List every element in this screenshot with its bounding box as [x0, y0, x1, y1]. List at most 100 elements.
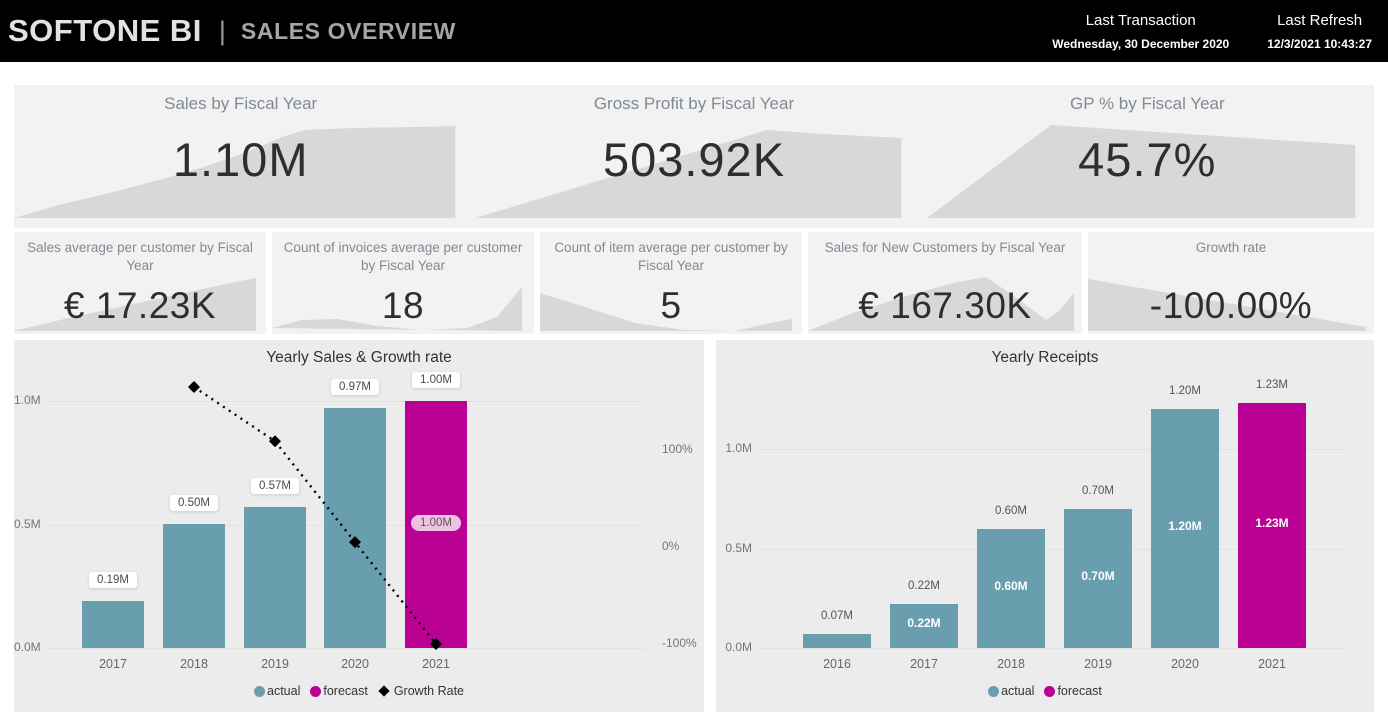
bar-value-label: 0.97M — [331, 379, 379, 395]
kpi-card-gross-profit[interactable]: Gross Profit by Fiscal Year 503.92K — [467, 85, 920, 228]
kpi-value: 18 — [272, 285, 534, 327]
bar-value-label: 0.70M — [1082, 485, 1114, 497]
x-axis-tick: 2018 — [180, 657, 208, 671]
legend-label: actual — [267, 684, 300, 698]
bar-inner-label: 1.00M — [411, 515, 461, 531]
app-title: SOFTONE BI — [8, 13, 202, 49]
kpi-card-items-avg[interactable]: Count of item average per customer by Fi… — [540, 232, 802, 334]
bar-2020-actual[interactable] — [324, 408, 386, 648]
bar-value-label: 0.50M — [170, 495, 218, 511]
page-title: SALES OVERVIEW — [241, 18, 456, 45]
chart-yearly-receipts[interactable]: Yearly Receipts 0.07M 2016 0.22M 0.22M 2017 0… — [716, 340, 1374, 712]
legend-item-actual[interactable]: actual — [988, 684, 1034, 698]
x-axis-tick: 2021 — [1258, 657, 1286, 671]
y-axis-tick: 0.5M — [14, 517, 40, 531]
gridline — [48, 648, 644, 649]
bar-value-label: 0.07M — [821, 610, 853, 622]
plot-area: 0.07M20160.22M0.22M20170.60M0.60M20180.7… — [760, 376, 1345, 648]
x-axis-tick: 2021 — [422, 657, 450, 671]
dashboard-page: SOFTONE BI | SALES OVERVIEW Last Transac… — [0, 0, 1388, 723]
bar-inner-label: 0.70M — [1081, 569, 1114, 583]
legend-circle-marker — [1044, 686, 1055, 697]
kpi-card-new-customers-sales[interactable]: Sales for New Customers by Fiscal Year €… — [808, 232, 1082, 334]
bar-2018-actual[interactable] — [163, 524, 225, 648]
secondary-axis-tick: -100% — [662, 636, 697, 650]
last-transaction-label: Last Transaction — [1052, 12, 1229, 29]
chart-legend: actual forecast — [716, 684, 1374, 698]
x-axis-tick: 2017 — [99, 657, 127, 671]
bar-inner-label: 0.60M — [994, 579, 1027, 593]
bar-2017-actual[interactable] — [82, 601, 144, 648]
legend-item-forecast[interactable]: forecast — [1044, 684, 1101, 698]
last-refresh-block: Last Refresh 12/3/2021 10:43:27 — [1267, 12, 1372, 51]
growth-rate-marker — [269, 435, 281, 447]
kpi-value: 5 — [540, 285, 802, 327]
bar-2019-actual[interactable] — [244, 507, 306, 648]
legend-label: forecast — [1057, 684, 1101, 698]
x-axis-tick: 2020 — [1171, 657, 1199, 671]
bar-inner-label: 1.20M — [1168, 519, 1201, 533]
y-axis-tick: 1.0M — [716, 441, 752, 455]
kpi-title: Count of invoices average per customer b… — [278, 239, 528, 275]
kpi-title: Gross Profit by Fiscal Year — [467, 94, 920, 114]
x-axis-tick: 2017 — [910, 657, 938, 671]
kpi-value: € 167.30K — [808, 285, 1082, 327]
bar-value-label: 1.20M — [1169, 385, 1201, 397]
chart-legend: actual forecast Growth Rate — [14, 684, 704, 698]
secondary-axis-tick: 0% — [662, 539, 679, 553]
y-axis-tick: 0.5M — [716, 541, 752, 555]
kpi-title: Growth rate — [1094, 239, 1368, 257]
kpi-value: -100.00% — [1088, 285, 1374, 327]
kpi-value: 45.7% — [921, 132, 1374, 187]
last-refresh-label: Last Refresh — [1267, 12, 1372, 29]
chart-yearly-sales-growth[interactable]: Yearly Sales & Growth rate 0.19M20170.50… — [14, 340, 704, 712]
legend-diamond-marker — [378, 685, 389, 696]
x-axis-tick: 2020 — [341, 657, 369, 671]
x-axis-tick: 2019 — [261, 657, 289, 671]
legend-circle-marker — [988, 686, 999, 697]
header-status: Last Transaction Wednesday, 30 December … — [1052, 12, 1372, 51]
kpi-title: GP % by Fiscal Year — [921, 94, 1374, 114]
gridline — [760, 648, 1345, 649]
kpi-value: 1.10M — [14, 132, 467, 187]
bar-2016-actual[interactable] — [803, 634, 871, 648]
kpi-card-sales[interactable]: Sales by Fiscal Year 1.10M — [14, 85, 467, 228]
x-axis-tick: 2018 — [997, 657, 1025, 671]
kpi-title: Sales for New Customers by Fiscal Year — [814, 239, 1076, 257]
bar-inner-label: 0.22M — [907, 616, 940, 630]
y-axis-tick: 0.0M — [716, 640, 752, 654]
bar-value-label: 1.00M — [412, 372, 460, 388]
x-axis-tick: 2019 — [1084, 657, 1112, 671]
kpi-card-invoices-avg[interactable]: Count of invoices average per customer b… — [272, 232, 534, 334]
kpi-title: Sales average per customer by Fiscal Yea… — [20, 239, 260, 275]
legend-item-growth-rate[interactable]: Growth Rate — [378, 684, 464, 698]
bar-value-label: 0.22M — [908, 580, 940, 592]
legend-item-actual[interactable]: actual — [254, 684, 300, 698]
kpi-title: Sales by Fiscal Year — [14, 94, 467, 114]
bar-value-label: 0.57M — [251, 478, 299, 494]
kpi-title: Count of item average per customer by Fi… — [546, 239, 796, 275]
last-refresh-value: 12/3/2021 10:43:27 — [1267, 37, 1372, 51]
header-bar: SOFTONE BI | SALES OVERVIEW Last Transac… — [0, 0, 1388, 62]
kpi-card-growth-rate[interactable]: Growth rate -100.00% — [1088, 232, 1374, 334]
kpi-card-gp-percent[interactable]: GP % by Fiscal Year 45.7% — [921, 85, 1374, 228]
y-axis-tick: 1.0M — [14, 393, 40, 407]
legend-label: forecast — [323, 684, 367, 698]
legend-circle-marker — [310, 686, 321, 697]
legend-circle-marker — [254, 686, 265, 697]
x-axis-tick: 2016 — [823, 657, 851, 671]
bar-value-label: 1.23M — [1256, 379, 1288, 391]
kpi-value: 503.92K — [467, 132, 920, 187]
legend-item-forecast[interactable]: forecast — [310, 684, 367, 698]
chart-title: Yearly Receipts — [716, 349, 1374, 367]
kpi-row-primary: Sales by Fiscal Year 1.10M Gross Profit … — [14, 85, 1374, 228]
y-axis-tick: 0.0M — [14, 640, 40, 654]
plot-area: 0.19M20170.50M20180.57M20190.97M20201.00… — [48, 376, 644, 648]
bar-inner-label: 1.23M — [1255, 516, 1288, 530]
gridline — [48, 401, 644, 402]
kpi-card-sales-avg-per-customer[interactable]: Sales average per customer by Fiscal Yea… — [14, 232, 266, 334]
kpi-value: € 17.23K — [14, 285, 266, 327]
last-transaction-block: Last Transaction Wednesday, 30 December … — [1052, 12, 1229, 51]
legend-label: Growth Rate — [394, 684, 464, 698]
legend-label: actual — [1001, 684, 1034, 698]
